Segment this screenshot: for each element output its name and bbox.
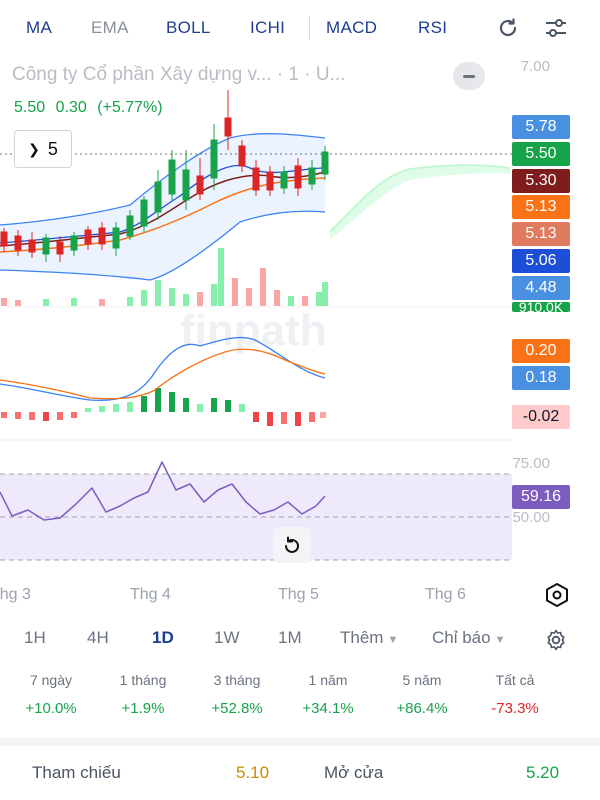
performance-item: 5 năm +86.4% [396,672,448,717]
performance-item: 7 ngày +10.0% [25,672,77,717]
rsi-tag: 59.16 [512,485,570,509]
collapse-header-button[interactable] [453,62,485,90]
watermark-text: finpath [180,306,327,355]
reference-label: Tham chiếu [32,763,121,782]
section-divider [0,738,600,746]
timeframe-1m[interactable]: 1M [278,628,302,648]
price-axis-top: 7.00 [520,58,550,75]
price-tag-7: 4.48 [512,276,570,300]
reference-row: Tham chiếu 5.10 Mở cửa 5.20 [0,746,600,800]
timeframe-4h[interactable]: 4H [87,628,109,648]
reference-value: 5.10 [236,763,270,782]
month-label: Thg 6 [425,586,466,603]
indicators-label: Chỉ báo [432,628,491,647]
open-value: 5.20 [526,763,560,782]
performance-item: 1 năm +34.1% [302,672,354,717]
indicator-count: 5 [47,138,58,159]
price-tag-6: 5.06 [512,249,570,273]
gear-icon[interactable] [544,628,568,652]
rsi-axis-75: 75.00 [512,455,550,472]
month-label: Thg 4 [130,586,171,603]
more-timeframes-dropdown[interactable]: Thêm ▼ [340,628,398,648]
performance-item: 1 tháng +1.9% [119,672,167,717]
macd-line-tag: 0.18 [512,366,570,390]
open-label: Mở cửa [324,763,384,782]
macd-histogram [1,388,326,426]
chevron-down-icon: ❯ [28,140,40,157]
price-tag-2: 5.50 [512,142,570,166]
undo-icon [285,536,299,553]
rsi-axis-50: 50.00 [512,509,550,526]
price-tag-1: 5.78 [512,115,570,139]
indicator-legend-toggle[interactable]: ❯ 5 [14,130,72,168]
price-tag-4: 5.13 [512,195,570,219]
price-change: 0.30 [55,99,87,116]
performance-item: 3 tháng +52.8% [211,672,263,717]
volume-tag: 910.0K [512,302,570,312]
reset-zoom-button[interactable] [273,527,311,563]
timeframe-selector: 1H 4H 1D 1W 1M Thêm ▼ Chỉ báo ▼ [0,622,600,654]
ichimoku-cloud [330,164,510,240]
timeframe-1d[interactable]: 1D [152,628,174,648]
caret-down-icon: ▼ [494,634,506,646]
price-change-percent: (+5.77%) [97,99,163,116]
time-axis: Thg 3 Thg 4 Thg 5 Thg 6 [0,583,600,607]
month-label: Thg 5 [278,586,319,603]
macd-histogram-tag: -0.02 [512,405,570,429]
month-label: Thg 3 [0,586,31,603]
chart-title: Công ty Cổ phần Xây dựng v... · 1 · U... [12,64,346,85]
chart-quote: 5.50 0.30 (+5.77%) [14,99,169,117]
timeframe-1h[interactable]: 1H [24,628,46,648]
more-label: Thêm [340,628,384,647]
hexagon-settings-icon[interactable] [544,582,570,608]
caret-down-icon: ▼ [387,634,399,646]
price-tag-5: 5.13 [512,222,570,246]
indicators-dropdown[interactable]: Chỉ báo ▼ [432,628,506,648]
timeframe-1w[interactable]: 1W [214,628,240,648]
performance-item: Tất cả -73.3% [491,672,539,717]
macd-signal [0,348,326,400]
price-tag-3: 5.30 [512,169,570,193]
last-price: 5.50 [14,99,46,116]
macd-signal-tag: 0.20 [512,339,570,363]
